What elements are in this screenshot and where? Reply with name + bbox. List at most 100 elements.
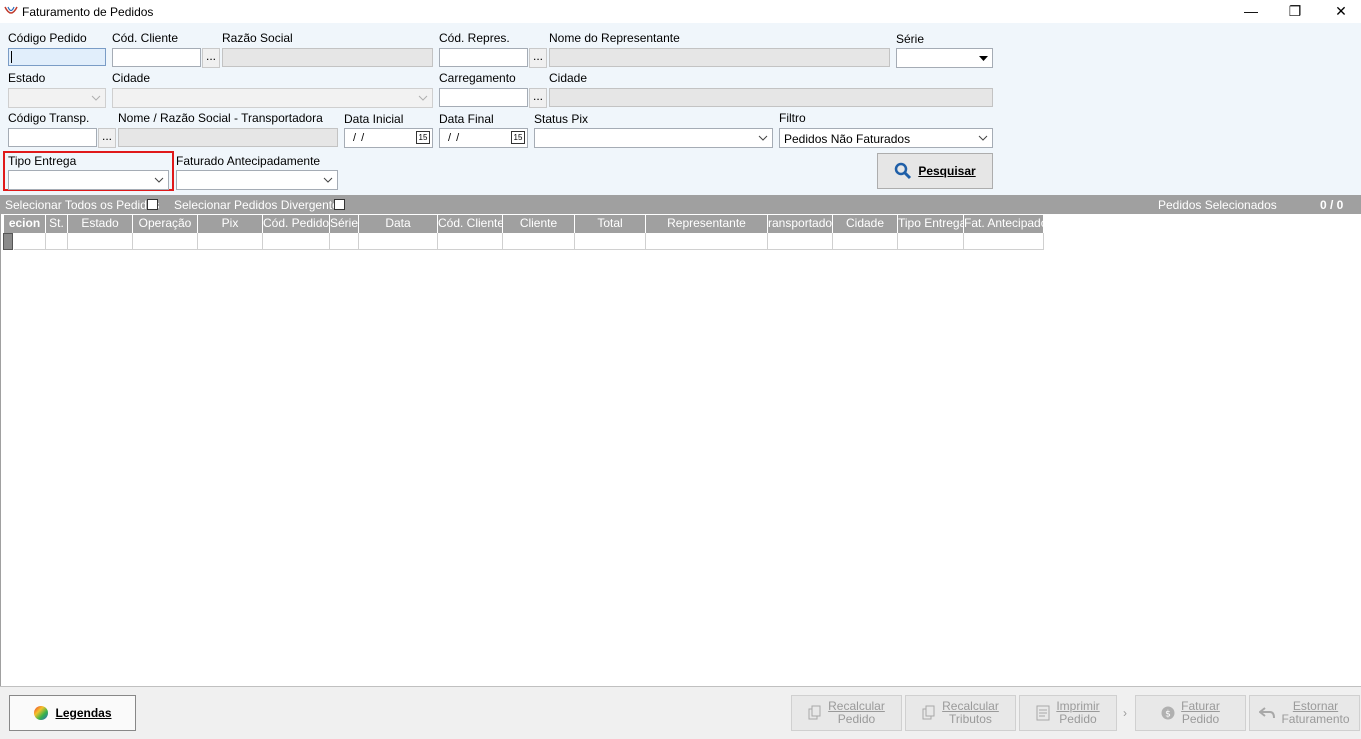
carregamento-lookup-button[interactable]: ... <box>529 88 547 108</box>
serie-select[interactable] <box>896 48 993 68</box>
recalcular-pedido-button[interactable]: Recalcular Pedido <box>791 695 902 731</box>
cod-cliente-input[interactable] <box>112 48 201 67</box>
grid-column-header[interactable]: Pix <box>198 215 263 233</box>
grid-column-header[interactable]: Cidade <box>833 215 898 233</box>
chevron-down-icon[interactable] <box>975 130 991 146</box>
copy-icon <box>808 705 821 720</box>
serie-label: Série <box>896 32 925 46</box>
data-inicial-picker[interactable]: / / 15 <box>344 128 433 148</box>
grid-column-header[interactable]: ransportador <box>768 215 833 233</box>
recalcular-tributos-line2: Tributos <box>949 712 992 726</box>
cod-cliente-lookup-button[interactable]: ... <box>202 48 220 68</box>
selection-bar: Selecionar Todos os Pedidos Selecionar P… <box>0 195 1361 214</box>
status-pix-select[interactable] <box>534 128 773 148</box>
close-button[interactable]: ✕ <box>1318 0 1361 23</box>
data-final-label: Data Final <box>439 112 494 126</box>
copy-icon <box>922 705 935 720</box>
grid-cell[interactable] <box>768 233 833 250</box>
filtro-value: Pedidos Não Faturados <box>784 132 911 146</box>
imprimir-pedido-button[interactable]: Imprimir Pedido <box>1019 695 1117 731</box>
chevron-down-icon[interactable] <box>755 130 771 146</box>
recalcular-tributos-button[interactable]: Recalcular Tributos <box>905 695 1016 731</box>
codigo-transp-lookup-button[interactable]: ... <box>98 128 116 148</box>
grid-cell[interactable] <box>898 233 964 250</box>
pesquisar-button[interactable]: Pesquisar <box>877 153 993 189</box>
document-icon <box>1036 705 1050 721</box>
grid-column-header[interactable]: ecion <box>4 215 46 233</box>
row-selector[interactable] <box>3 233 13 250</box>
grid-cell[interactable] <box>503 233 575 250</box>
selected-count-value: 0 / 0 <box>1320 198 1344 212</box>
grid-column-header[interactable]: Tipo Entrega <box>898 215 964 233</box>
calendar-icon[interactable]: 15 <box>416 131 430 144</box>
chevron-down-icon[interactable] <box>320 172 336 188</box>
grid-column-header[interactable]: Representante <box>646 215 768 233</box>
grid-cell[interactable] <box>646 233 768 250</box>
razao-social-field <box>222 48 433 67</box>
grid-cell[interactable] <box>46 233 68 250</box>
faturar-pedido-button[interactable]: $ Faturar Pedido <box>1135 695 1246 731</box>
cod-repres-input[interactable] <box>439 48 528 67</box>
tipo-entrega-select[interactable] <box>8 170 169 190</box>
data-final-value: / / <box>448 132 461 144</box>
grid-cell[interactable] <box>964 233 1044 250</box>
dropdown-arrow-icon[interactable] <box>975 50 991 66</box>
grid-column-header[interactable]: Cód. Cliente <box>438 215 503 233</box>
grid-cell[interactable] <box>330 233 359 250</box>
grid-cell[interactable] <box>438 233 503 250</box>
cidade-carregamento-label: Cidade <box>549 71 588 85</box>
recalcular-pedido-line2: Pedido <box>837 712 876 726</box>
grid-column-header[interactable]: Cliente <box>503 215 575 233</box>
faturar-pedido-line2: Pedido <box>1181 712 1220 726</box>
svg-text:$: $ <box>1165 710 1171 720</box>
grid-column-header[interactable]: St. <box>46 215 68 233</box>
estado-select[interactable] <box>8 88 106 108</box>
cidade-carregamento-field <box>549 88 993 107</box>
select-divergent-checkbox[interactable] <box>334 199 345 210</box>
grid-column-header[interactable]: Cód. Pedido <box>263 215 330 233</box>
restore-button[interactable]: ❐ <box>1272 0 1318 23</box>
grid-cell[interactable] <box>14 233 46 250</box>
orders-grid[interactable] <box>0 214 1361 686</box>
legendas-button[interactable]: Legendas <box>9 695 136 731</box>
faturado-antecipadamente-select[interactable] <box>176 170 338 190</box>
filtro-select[interactable]: Pedidos Não Faturados <box>779 128 993 148</box>
codigo-transp-input[interactable] <box>8 128 97 147</box>
calendar-icon[interactable]: 15 <box>511 131 525 144</box>
nome-representante-label: Nome do Representante <box>549 31 680 45</box>
grid-cell[interactable] <box>133 233 198 250</box>
window-title: Faturamento de Pedidos <box>22 5 154 19</box>
chevron-down-icon[interactable] <box>151 172 167 188</box>
codigo-pedido-input[interactable] <box>8 48 106 66</box>
data-inicial-label: Data Inicial <box>344 112 404 126</box>
cod-repres-lookup-button[interactable]: ... <box>529 48 547 68</box>
grid-column-header[interactable]: Total <box>575 215 646 233</box>
dollar-coin-icon: $ <box>1161 706 1175 720</box>
grid-cell[interactable] <box>263 233 330 250</box>
grid-column-header[interactable]: Data <box>359 215 438 233</box>
carregamento-input[interactable] <box>439 88 528 107</box>
grid-column-header[interactable]: Fat. Antecipado <box>964 215 1044 233</box>
recalcular-pedido-line1: Recalcular <box>828 699 885 713</box>
grid-cell[interactable] <box>833 233 898 250</box>
undo-icon <box>1259 707 1276 719</box>
chevron-down-icon <box>88 90 104 106</box>
chevron-down-icon <box>415 90 431 106</box>
select-all-checkbox[interactable] <box>147 199 158 210</box>
grid-cell[interactable] <box>359 233 438 250</box>
data-final-picker[interactable]: / / 15 <box>439 128 528 148</box>
grid-column-header[interactable]: Série <box>330 215 359 233</box>
cidade-label: Cidade <box>112 71 151 85</box>
estornar-faturamento-button[interactable]: Estornar Faturamento <box>1249 695 1360 731</box>
cidade-select[interactable] <box>112 88 433 108</box>
grid-cell[interactable] <box>575 233 646 250</box>
grid-column-header[interactable]: Operação <box>133 215 198 233</box>
grid-cell[interactable] <box>198 233 263 250</box>
imprimir-pedido-line2: Pedido <box>1059 712 1097 726</box>
more-options-button[interactable]: › <box>1118 695 1132 731</box>
grid-cell[interactable] <box>68 233 133 250</box>
faturado-antecipadamente-label: Faturado Antecipadamente <box>176 154 321 168</box>
data-inicial-value: / / <box>353 132 366 144</box>
minimize-button[interactable]: — <box>1228 0 1274 23</box>
grid-column-header[interactable]: Estado <box>68 215 133 233</box>
